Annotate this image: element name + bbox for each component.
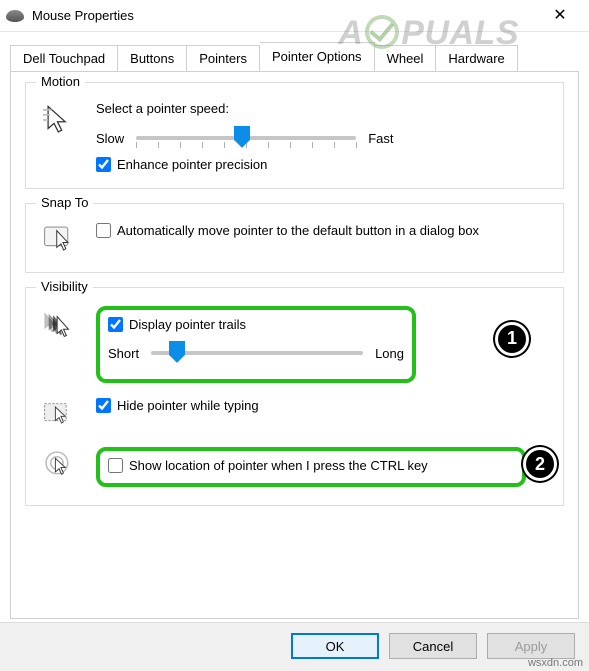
annotation-badge-1: 1 <box>495 322 529 356</box>
ctrl-locate-checkbox[interactable]: Show location of pointer when I press th… <box>108 457 514 475</box>
highlight-2: Show location of pointer when I press th… <box>96 447 526 487</box>
snap-to-checkbox[interactable]: Automatically move pointer to the defaul… <box>96 222 551 240</box>
tab-pointer-options[interactable]: Pointer Options <box>260 42 375 71</box>
ctrl-locate-input[interactable] <box>108 458 123 473</box>
trail-label-long: Long <box>375 346 404 361</box>
group-visibility: Visibility Display pointer trails <box>25 287 564 506</box>
cancel-button[interactable]: Cancel <box>389 633 477 659</box>
window-title: Mouse Properties <box>32 8 134 23</box>
tab-hardware[interactable]: Hardware <box>436 45 517 72</box>
tab-wheel[interactable]: Wheel <box>375 45 437 72</box>
close-button[interactable]: ✕ <box>537 0 583 32</box>
close-icon: ✕ <box>553 8 566 24</box>
speed-label-slow: Slow <box>96 131 124 146</box>
pointer-trails-checkbox[interactable]: Display pointer trails <box>108 316 404 334</box>
trail-length-slider[interactable] <box>151 339 363 367</box>
apply-button[interactable]: Apply <box>487 633 575 659</box>
enhance-precision-input[interactable] <box>96 157 111 172</box>
legend-snap-to: Snap To <box>36 195 93 210</box>
trail-length-thumb[interactable] <box>169 341 185 363</box>
hide-pointer-input[interactable] <box>96 398 111 413</box>
title-bar: Mouse Properties ✕ <box>0 0 589 32</box>
pointer-trails-input[interactable] <box>108 317 123 332</box>
hide-pointer-icon <box>38 397 82 433</box>
tab-buttons[interactable]: Buttons <box>118 45 187 72</box>
pointer-speed-thumb[interactable] <box>234 126 250 148</box>
source-watermark: wsxdn.com <box>528 657 583 669</box>
tab-panel-pointer-options: Motion Select a pointer speed: Slow <box>10 71 579 619</box>
mouse-icon <box>6 10 24 22</box>
hide-pointer-checkbox[interactable]: Hide pointer while typing <box>96 397 551 415</box>
pointer-speed-slider[interactable] <box>136 124 356 152</box>
tab-dell-touchpad[interactable]: Dell Touchpad <box>10 45 118 72</box>
motion-cursor-icon <box>38 101 82 137</box>
snap-to-input[interactable] <box>96 223 111 238</box>
annotation-badge-2: 2 <box>523 447 557 481</box>
trail-label-short: Short <box>108 346 139 361</box>
group-motion: Motion Select a pointer speed: Slow <box>25 82 564 189</box>
dialog-button-bar: OK Cancel Apply <box>0 622 589 671</box>
ok-button[interactable]: OK <box>291 633 379 659</box>
highlight-1: Display pointer trails Short Long <box>96 306 416 384</box>
group-snap-to: Snap To Automatically move pointer to th… <box>25 203 564 273</box>
enhance-precision-checkbox[interactable]: Enhance pointer precision <box>96 156 551 174</box>
tab-pointers[interactable]: Pointers <box>187 45 260 72</box>
speed-label-fast: Fast <box>368 131 393 146</box>
tab-strip: Dell Touchpad Buttons Pointers Pointer O… <box>0 32 589 71</box>
snap-to-icon <box>38 222 82 258</box>
ctrl-locate-icon <box>38 447 82 483</box>
pointer-trails-icon <box>38 306 82 342</box>
motion-heading: Select a pointer speed: <box>96 101 551 116</box>
legend-motion: Motion <box>36 74 85 89</box>
legend-visibility: Visibility <box>36 279 93 294</box>
